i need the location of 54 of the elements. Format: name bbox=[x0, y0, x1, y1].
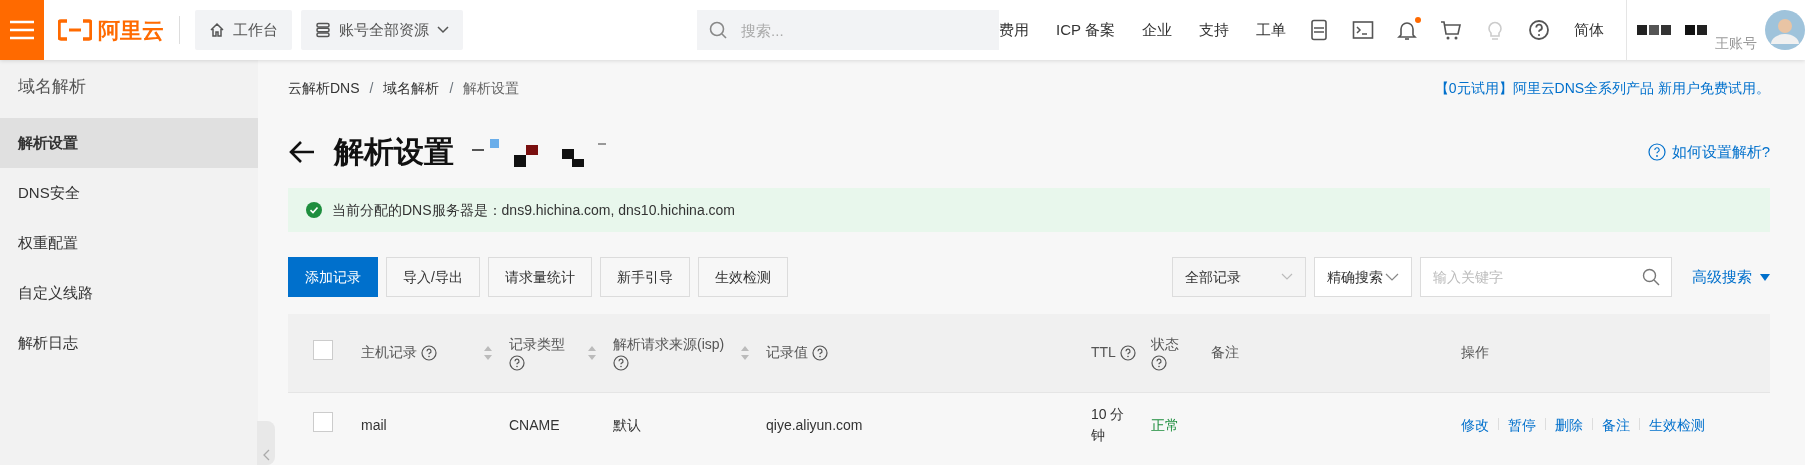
column-header: TTL bbox=[1091, 343, 1116, 363]
action-button[interactable]: 导入/导出 bbox=[386, 257, 480, 297]
user-name: 王账号 bbox=[1715, 33, 1757, 53]
table-cell-text: 10 分钟 bbox=[1091, 405, 1126, 446]
action-link[interactable]: 删除 bbox=[1555, 416, 1583, 433]
action-link[interactable]: 备注 bbox=[1602, 416, 1630, 433]
column-header: 主机记录 bbox=[361, 343, 417, 363]
search-field[interactable]: 搜索... bbox=[697, 10, 1000, 50]
advanced-search-link[interactable]: 高级搜索 bbox=[1692, 265, 1770, 289]
table-cell: qiye.aliyun.com bbox=[766, 416, 863, 433]
sidebar-item[interactable]: 解析日志 bbox=[0, 318, 258, 368]
column-header: 状态 bbox=[1151, 335, 1179, 355]
action-button[interactable]: 添加记录 bbox=[288, 257, 378, 297]
action-link[interactable]: 生效检测 bbox=[1649, 416, 1705, 433]
action-link[interactable]: 修改 bbox=[1461, 416, 1489, 433]
sidebar-title: 域名解析 bbox=[17, 76, 87, 98]
record-filter-dropdown[interactable]: 全部记录 bbox=[1172, 257, 1306, 297]
column-header: 记录值 bbox=[766, 343, 808, 363]
action-button[interactable]: 生效检测 bbox=[697, 257, 788, 297]
sidebar-item[interactable]: DNS安全 bbox=[0, 168, 258, 218]
column-header: 操作 bbox=[1461, 343, 1489, 363]
breadcrumb-link[interactable]: 域名解析 bbox=[383, 77, 440, 99]
nav-link[interactable]: 支持 bbox=[1199, 18, 1229, 42]
page-title: 解析设置 bbox=[334, 134, 454, 170]
search-mode-dropdown[interactable]: 精确搜索 bbox=[1314, 257, 1412, 297]
language-link[interactable]: 简体 bbox=[1574, 18, 1604, 42]
help-link[interactable]: 如何设置解析? bbox=[1647, 140, 1770, 164]
resource-dropdown[interactable]: 账号全部资源 bbox=[301, 10, 464, 50]
table-cell: mail bbox=[361, 416, 387, 433]
table-cell: CNAME bbox=[509, 416, 560, 433]
breadcrumb-current: 解析设置 bbox=[463, 78, 520, 98]
promo-link[interactable]: 【0元试用】阿里云DNS全系列产品 新用户免费试用。 bbox=[1434, 77, 1770, 99]
column-header: 备注 bbox=[1211, 343, 1239, 363]
breadcrumb-separator: / bbox=[449, 78, 454, 98]
breadcrumb-separator: / bbox=[369, 78, 374, 98]
nav-link[interactable]: 费用 bbox=[999, 18, 1030, 42]
column-header: 解析请求来源(isp) bbox=[613, 335, 725, 355]
logo-text: 阿里云 bbox=[98, 16, 165, 45]
table-cell: 默认 bbox=[613, 416, 641, 433]
sidebar-item[interactable]: 解析设置 bbox=[0, 118, 258, 168]
alert-text: 当前分配的DNS服务器是：dns9.hichina.com, dns10.hichina.com bbox=[332, 200, 736, 220]
action-link[interactable]: 暂停 bbox=[1508, 416, 1536, 433]
keyword-field[interactable]: 输入关键字 bbox=[1420, 257, 1672, 297]
sidebar-item[interactable]: 自定义线路 bbox=[0, 268, 258, 318]
sidebar-item[interactable]: 权重配置 bbox=[0, 218, 258, 268]
action-button[interactable]: 新手引导 bbox=[599, 257, 690, 297]
column-header: 记录类型 bbox=[509, 335, 565, 355]
nav-link[interactable]: 工单 bbox=[1256, 18, 1286, 42]
nav-link[interactable]: ICP 备案 bbox=[1056, 18, 1115, 42]
workbench-button[interactable]: 工作台 bbox=[195, 10, 293, 50]
status-text: 正常 bbox=[1151, 416, 1179, 433]
nav-link[interactable]: 企业 bbox=[1142, 18, 1172, 42]
action-button[interactable]: 请求量统计 bbox=[487, 257, 592, 297]
breadcrumb-link[interactable]: 云解析DNS bbox=[288, 77, 360, 99]
